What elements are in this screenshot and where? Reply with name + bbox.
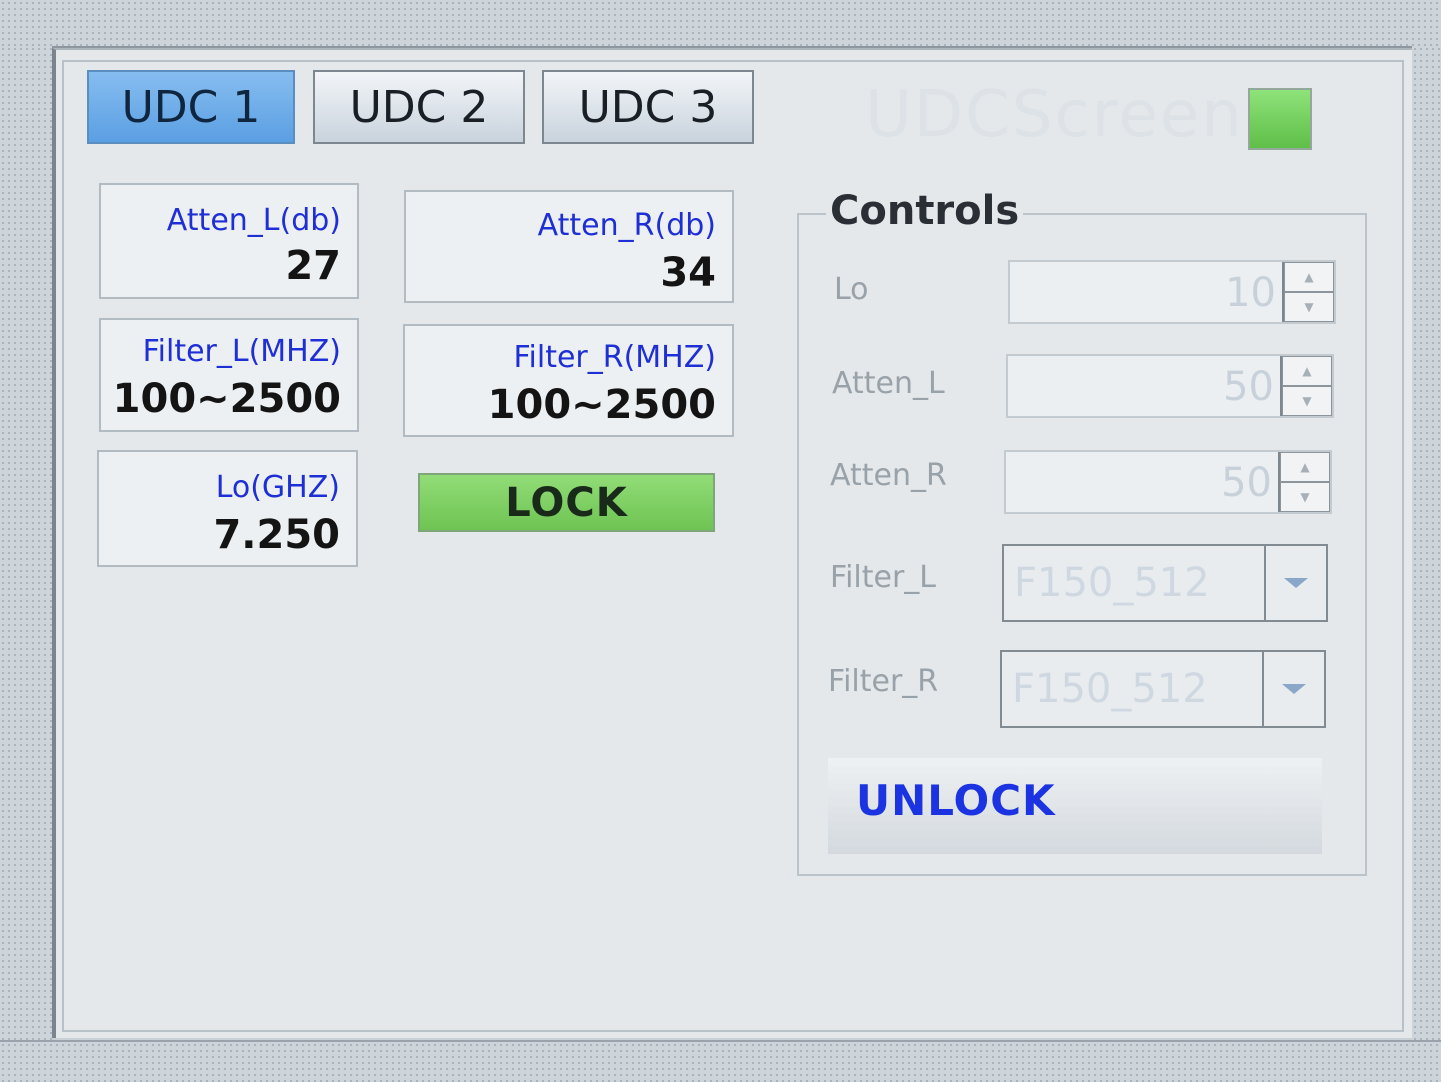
outer-frame-left <box>0 46 52 1080</box>
atten-l-spinbox-value: 50 <box>1223 364 1274 410</box>
chevron-down-icon <box>1284 578 1308 588</box>
readout-atten-r-value: 34 <box>660 250 716 296</box>
readout-lo: Lo(GHZ) 7.250 <box>97 450 358 567</box>
lo-spinbox[interactable]: 10 ▲ ▼ <box>1008 260 1336 324</box>
outer-frame-right <box>1412 46 1441 1080</box>
atten-l-spin-down-button[interactable]: ▼ <box>1282 386 1332 416</box>
tab-udc-1[interactable]: UDC 1 <box>87 70 295 144</box>
lo-spin-up-button[interactable]: ▲ <box>1284 262 1334 292</box>
atten-r-spin-up-button[interactable]: ▲ <box>1280 452 1330 482</box>
filter-l-dropdown-value: F150_512 <box>1014 560 1210 606</box>
tab-udc-3[interactable]: UDC 3 <box>542 70 754 144</box>
unlock-button[interactable]: UNLOCK <box>828 758 1322 854</box>
readout-atten-l: Atten_L(db) 27 <box>99 183 359 299</box>
readout-filter-r: Filter_R(MHZ) 100~2500 <box>403 324 734 437</box>
readout-lo-label: Lo(GHZ) <box>215 470 340 505</box>
filter-r-dropdown[interactable]: F150_512 <box>1000 650 1326 728</box>
control-atten-r-label: Atten_R <box>830 458 947 493</box>
readout-filter-l-value: 100~2500 <box>112 376 341 422</box>
lo-spin-down-button[interactable]: ▼ <box>1284 292 1334 322</box>
control-filter-l-label: Filter_L <box>830 560 937 595</box>
atten-r-spin-down-button[interactable]: ▼ <box>1280 482 1330 512</box>
readout-atten-r-label: Atten_R(db) <box>537 208 716 243</box>
filter-l-dropdown[interactable]: F150_512 <box>1002 544 1328 622</box>
status-indicator <box>1248 88 1312 150</box>
readout-filter-r-label: Filter_R(MHZ) <box>513 340 716 375</box>
readout-filter-l-label: Filter_L(MHZ) <box>142 334 341 369</box>
tab-udc-2[interactable]: UDC 2 <box>313 70 525 144</box>
atten-r-spinbox-buttons: ▲ ▼ <box>1278 452 1330 512</box>
control-filter-r-label: Filter_R <box>828 664 939 699</box>
control-lo-label: Lo <box>834 272 869 307</box>
readout-atten-r: Atten_R(db) 34 <box>404 190 734 303</box>
readout-atten-l-label: Atten_L(db) <box>166 203 341 238</box>
screen-title-watermark: UDCScreen <box>865 78 1244 152</box>
atten-l-spinbox-buttons: ▲ ▼ <box>1280 356 1332 416</box>
atten-r-spinbox[interactable]: 50 ▲ ▼ <box>1004 450 1332 514</box>
lo-spinbox-value: 10 <box>1225 270 1276 316</box>
atten-l-spin-up-button[interactable]: ▲ <box>1282 356 1332 386</box>
controls-title: Controls <box>826 188 1024 234</box>
readout-lo-value: 7.250 <box>213 512 340 558</box>
filter-l-dropdown-arrow[interactable] <box>1264 546 1326 620</box>
control-atten-l-label: Atten_L <box>832 366 945 401</box>
readout-filter-l: Filter_L(MHZ) 100~2500 <box>99 318 359 432</box>
lock-status-indicator: LOCK <box>418 473 715 532</box>
filter-r-dropdown-value: F150_512 <box>1012 666 1208 712</box>
chevron-down-icon <box>1282 684 1306 694</box>
lo-spinbox-buttons: ▲ ▼ <box>1282 262 1334 322</box>
readout-atten-l-value: 27 <box>285 243 341 289</box>
outer-frame-bottom <box>0 1040 1441 1082</box>
filter-r-dropdown-arrow[interactable] <box>1262 652 1324 726</box>
atten-r-spinbox-value: 50 <box>1221 460 1272 506</box>
outer-frame-top <box>0 0 1441 48</box>
readout-filter-r-value: 100~2500 <box>487 382 716 428</box>
atten-l-spinbox[interactable]: 50 ▲ ▼ <box>1006 354 1334 418</box>
